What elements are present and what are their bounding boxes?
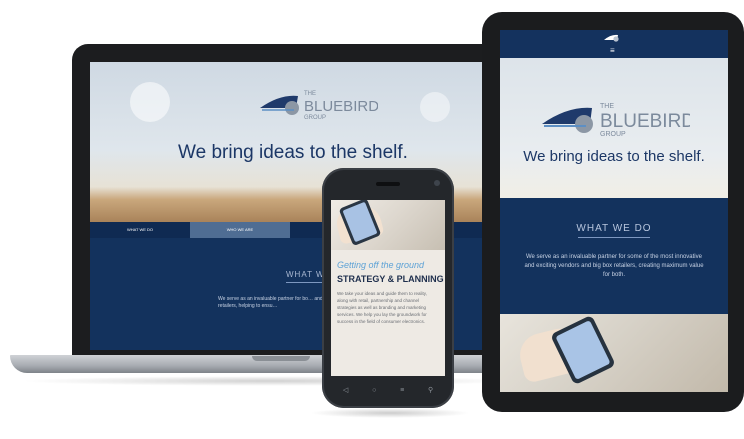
menu-icon[interactable]: ≡ [400, 387, 404, 394]
tablet-body-text: We serve as an invaluable partner for so… [524, 254, 704, 278]
hamburger-menu-icon[interactable]: ≡ [610, 46, 615, 55]
logo-name: BLUEBIRD [600, 111, 690, 132]
phone-body-text: We take your ideas and guide them to rea… [337, 291, 427, 324]
tablet-screen: ≡ THE BLUEBIRD GROUP We bring ideas to t… [500, 30, 728, 392]
laptop-tagline: We bring ideas to the shelf. [178, 142, 408, 163]
phone-subheading: Getting off the ground [337, 260, 425, 270]
logo-group: GROUP [600, 131, 626, 138]
phone-speaker [376, 182, 400, 186]
logo-name: BLUEBIRD [304, 98, 378, 115]
home-icon[interactable]: ○ [372, 387, 376, 394]
tablet-tagline: We bring ideas to the shelf. [523, 148, 705, 165]
bluebird-logo-icon: THE BLUEBIRD GROUP [260, 91, 378, 121]
heading-underline [286, 282, 326, 283]
back-icon[interactable]: ◁ [343, 386, 348, 394]
bokeh-light [420, 92, 450, 122]
search-icon[interactable]: ⚲ [428, 386, 433, 394]
phone-nav-keys: ◁ ○ ≡ ⚲ [331, 380, 445, 400]
phone-heading: STRATEGY & PLANNING [337, 274, 444, 284]
logo-the: THE [600, 103, 614, 110]
nav-tab-what-we-do[interactable]: WHAT WE DO [90, 222, 190, 238]
bokeh-light [130, 82, 170, 122]
laptop-notch [252, 356, 310, 361]
phone-screen: Getting off the ground STRATEGY & PLANNI… [331, 200, 445, 376]
phone-shadow [310, 408, 470, 418]
bluebird-logo-icon[interactable] [603, 34, 625, 42]
bluebird-logo-icon: THE BLUEBIRD GROUP [542, 103, 690, 138]
heading-underline [578, 237, 650, 238]
nav-tab-who-we-are[interactable]: WHO WE ARE [190, 222, 290, 238]
logo-the: THE [304, 91, 316, 97]
logo-group: GROUP [304, 115, 326, 121]
tablet-section-heading: WHAT WE DO [576, 223, 652, 234]
phone-camera [434, 180, 440, 186]
